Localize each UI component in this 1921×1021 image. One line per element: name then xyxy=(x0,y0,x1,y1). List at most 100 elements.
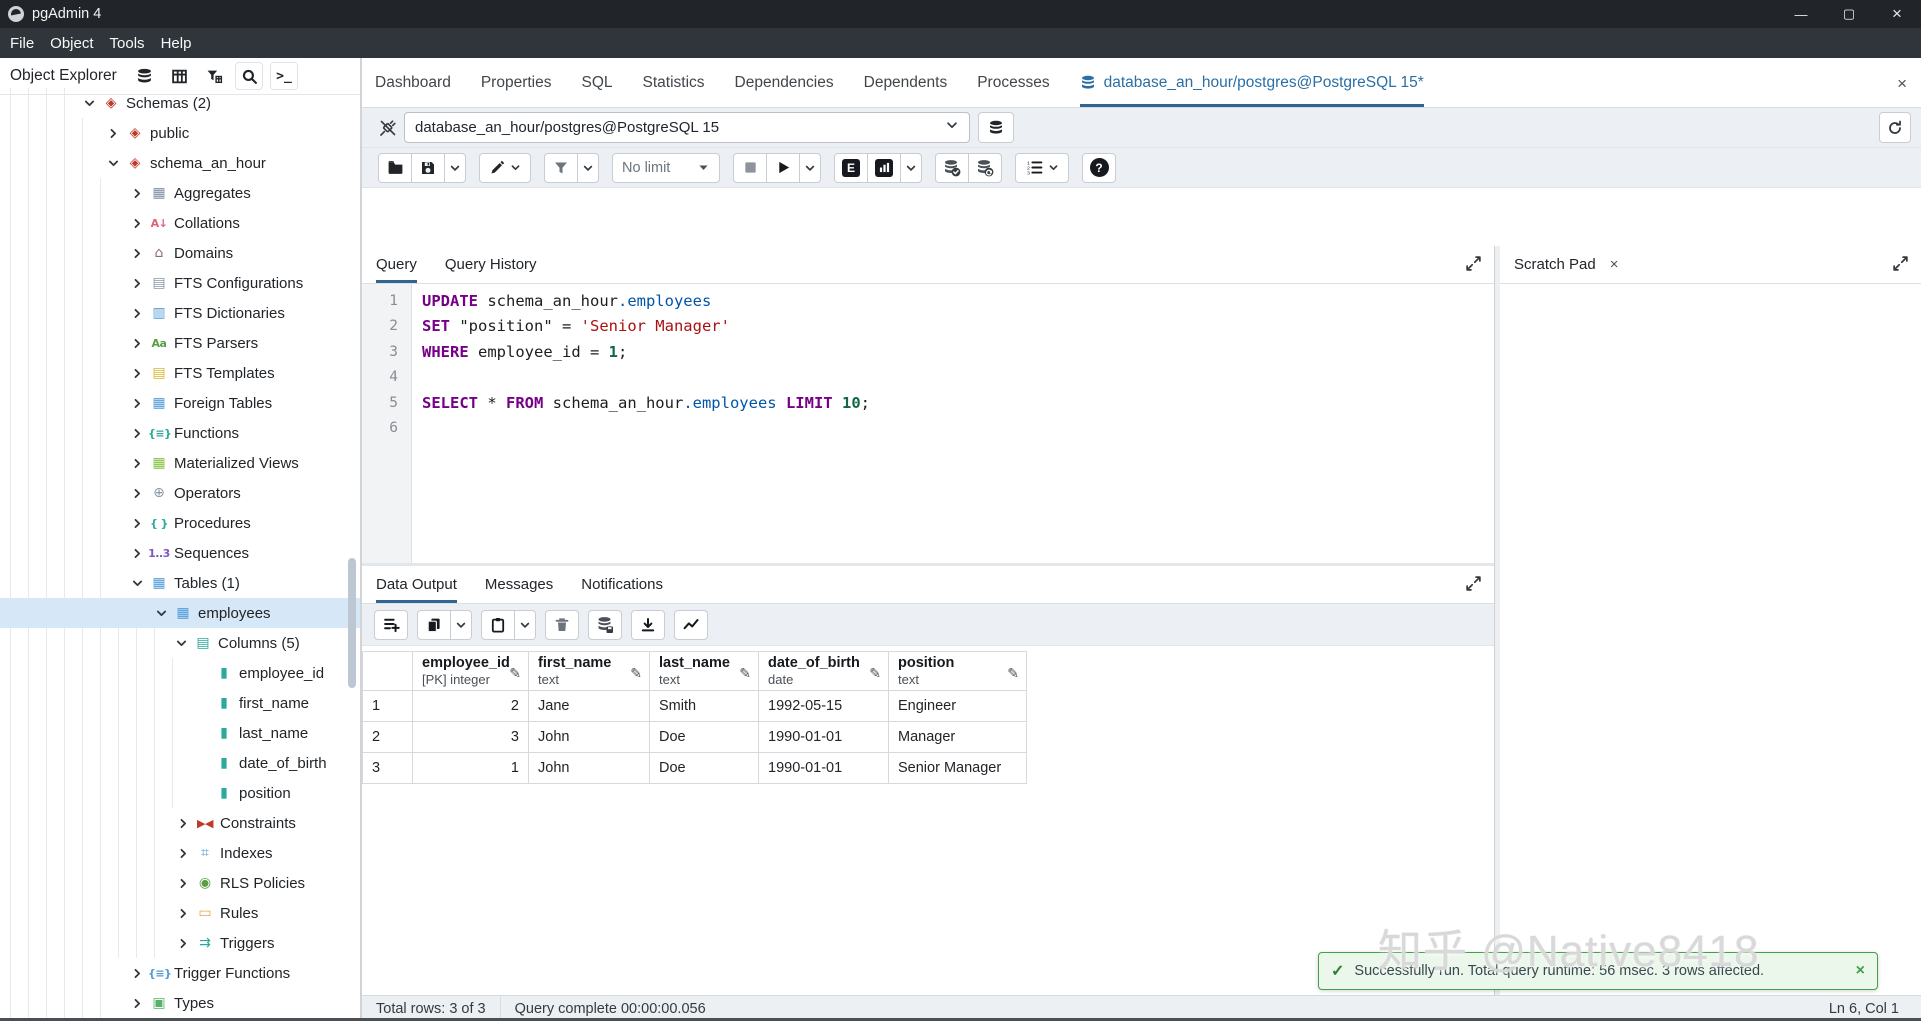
tab-query-tool-active[interactable]: database_an_hour/postgres@PostgreSQL 15* xyxy=(1079,58,1424,107)
column-header-first_name[interactable]: first_name text ✎ xyxy=(528,651,650,691)
save-options-chevron-icon[interactable] xyxy=(444,152,466,183)
chevron-down-icon[interactable] xyxy=(150,605,172,621)
edit-column-icon[interactable]: ✎ xyxy=(509,666,521,682)
connection-status-icon[interactable] xyxy=(372,113,404,143)
tree-item-fts-templates[interactable]: ▤ FTS Templates xyxy=(0,358,360,388)
tab-close-icon[interactable]: × xyxy=(1897,74,1907,94)
filter-options-chevron-icon[interactable] xyxy=(577,152,599,183)
tab-notifications[interactable]: Notifications xyxy=(581,566,663,603)
rollback-button[interactable] xyxy=(968,152,1002,183)
refresh-layout-button[interactable] xyxy=(1879,112,1911,143)
copy-button[interactable] xyxy=(417,609,451,640)
tree-item-schemas-2-[interactable]: ◈ Schemas (2) xyxy=(0,88,360,118)
new-connection-button[interactable] xyxy=(978,112,1014,143)
chevron-right-icon[interactable] xyxy=(126,365,148,381)
chevron-right-icon[interactable] xyxy=(102,125,124,141)
close-button[interactable]: × xyxy=(1873,0,1921,28)
filter-icon[interactable] xyxy=(200,62,228,90)
menu-file[interactable]: File xyxy=(10,35,34,52)
tab-dependencies[interactable]: Dependencies xyxy=(735,58,834,107)
cell-date_of_birth[interactable]: 1990-01-01 xyxy=(758,721,889,753)
explain-button[interactable]: E xyxy=(834,152,868,183)
chevron-right-icon[interactable] xyxy=(126,965,148,981)
minimize-button[interactable]: — xyxy=(1777,0,1825,28)
tree-item-procedures[interactable]: { } Procedures xyxy=(0,508,360,538)
edit-column-icon[interactable]: ✎ xyxy=(630,666,642,682)
tree-item-rls-policies[interactable]: ◉ RLS Policies xyxy=(0,868,360,898)
chevron-right-icon[interactable] xyxy=(126,485,148,501)
explain-analyze-button[interactable] xyxy=(867,152,901,183)
tree-item-materialized-views[interactable]: ▦ Materialized Views xyxy=(0,448,360,478)
chevron-right-icon[interactable] xyxy=(172,935,194,951)
maximize-button[interactable]: ▢ xyxy=(1825,0,1873,28)
tree-item-aggregates[interactable]: ▦ Aggregates xyxy=(0,178,360,208)
table-icon[interactable] xyxy=(165,62,193,90)
chevron-down-icon[interactable] xyxy=(102,155,124,171)
expand-scratch-icon[interactable] xyxy=(1892,255,1909,277)
edit-button[interactable] xyxy=(479,152,531,183)
tree-item-foreign-tables[interactable]: ▦ Foreign Tables xyxy=(0,388,360,418)
server-icon[interactable] xyxy=(130,62,158,90)
sql-editor[interactable]: 1 2 3 4 5 6 UPDATE schema_an_hour.employees SE… xyxy=(362,284,1494,563)
expand-query-icon[interactable] xyxy=(1465,255,1482,277)
tab-dependents[interactable]: Dependents xyxy=(864,58,948,107)
chevron-down-icon[interactable] xyxy=(78,95,100,111)
save-file-button[interactable] xyxy=(411,152,445,183)
menu-help[interactable]: Help xyxy=(161,35,192,52)
execute-options-chevron-icon[interactable] xyxy=(799,152,821,183)
menu-object[interactable]: Object xyxy=(50,35,93,52)
edit-column-icon[interactable]: ✎ xyxy=(739,666,751,682)
cell-first_name[interactable]: Jane xyxy=(528,690,650,722)
column-header-last_name[interactable]: last_name text ✎ xyxy=(649,651,759,691)
tree-item-operators[interactable]: ⊕ Operators xyxy=(0,478,360,508)
explain-options-chevron-icon[interactable] xyxy=(900,152,922,183)
chevron-right-icon[interactable] xyxy=(172,905,194,921)
tree-item-position[interactable]: ▮ position xyxy=(0,778,360,808)
table-row[interactable]: 2 3 John Doe 1990-01-01 Manager xyxy=(362,721,1027,753)
tree-item-schema-an-hour[interactable]: ◈ schema_an_hour xyxy=(0,148,360,178)
cell-date_of_birth[interactable]: 1990-01-01 xyxy=(758,752,889,784)
cell-first_name[interactable]: John xyxy=(528,721,650,753)
tree-item-collations[interactable]: A↓ Collations xyxy=(0,208,360,238)
chevron-right-icon[interactable] xyxy=(126,545,148,561)
chevron-down-icon[interactable] xyxy=(126,575,148,591)
tree-item-sequences[interactable]: 1..3 Sequences xyxy=(0,538,360,568)
edit-column-icon[interactable]: ✎ xyxy=(869,666,881,682)
scratch-pad-body[interactable] xyxy=(1500,284,1921,1021)
tree-item-employee-id[interactable]: ▮ employee_id xyxy=(0,658,360,688)
tree-item-domains[interactable]: ⌂ Domains xyxy=(0,238,360,268)
chevron-right-icon[interactable] xyxy=(126,455,148,471)
edit-column-icon[interactable]: ✎ xyxy=(1007,666,1019,682)
commit-button[interactable] xyxy=(935,152,969,183)
cell-last_name[interactable]: Doe xyxy=(649,721,759,753)
chevron-right-icon[interactable] xyxy=(126,305,148,321)
help-button[interactable]: ? xyxy=(1082,152,1116,183)
tree-item-public[interactable]: ◈ public xyxy=(0,118,360,148)
tree-item-fts-dictionaries[interactable]: ▥ FTS Dictionaries xyxy=(0,298,360,328)
save-data-button[interactable] xyxy=(588,609,622,640)
cell-position[interactable]: Manager xyxy=(888,721,1027,753)
tree-item-triggers[interactable]: ⇉ Triggers xyxy=(0,928,360,958)
tree-item-types[interactable]: ▣ Types xyxy=(0,988,360,1018)
tree-item-rules[interactable]: ▭ Rules xyxy=(0,898,360,928)
chevron-right-icon[interactable] xyxy=(126,335,148,351)
cell-last_name[interactable]: Doe xyxy=(649,752,759,784)
tree-item-fts-configurations[interactable]: ▤ FTS Configurations xyxy=(0,268,360,298)
expand-results-icon[interactable] xyxy=(1465,575,1482,597)
chevron-right-icon[interactable] xyxy=(126,275,148,291)
chevron-right-icon[interactable] xyxy=(126,245,148,261)
column-header-date_of_birth[interactable]: date_of_birth date ✎ xyxy=(758,651,889,691)
menu-tools[interactable]: Tools xyxy=(110,35,145,52)
table-row[interactable]: 3 1 John Doe 1990-01-01 Senior Manager xyxy=(362,752,1027,784)
tab-query-history[interactable]: Query History xyxy=(445,246,537,283)
delete-row-button[interactable] xyxy=(545,609,579,640)
copy-options-chevron-icon[interactable] xyxy=(450,609,472,640)
cell-date_of_birth[interactable]: 1992-05-15 xyxy=(758,690,889,722)
download-button[interactable] xyxy=(631,609,665,640)
table-row[interactable]: 1 2 Jane Smith 1992-05-15 Engineer xyxy=(362,690,1027,722)
sidebar-scrollbar[interactable] xyxy=(348,558,356,688)
cell-position[interactable]: Senior Manager xyxy=(888,752,1027,784)
chevron-right-icon[interactable] xyxy=(126,185,148,201)
tree-item-tables-1-[interactable]: ▦ Tables (1) xyxy=(0,568,360,598)
tree-item-indexes[interactable]: ⌗ Indexes xyxy=(0,838,360,868)
